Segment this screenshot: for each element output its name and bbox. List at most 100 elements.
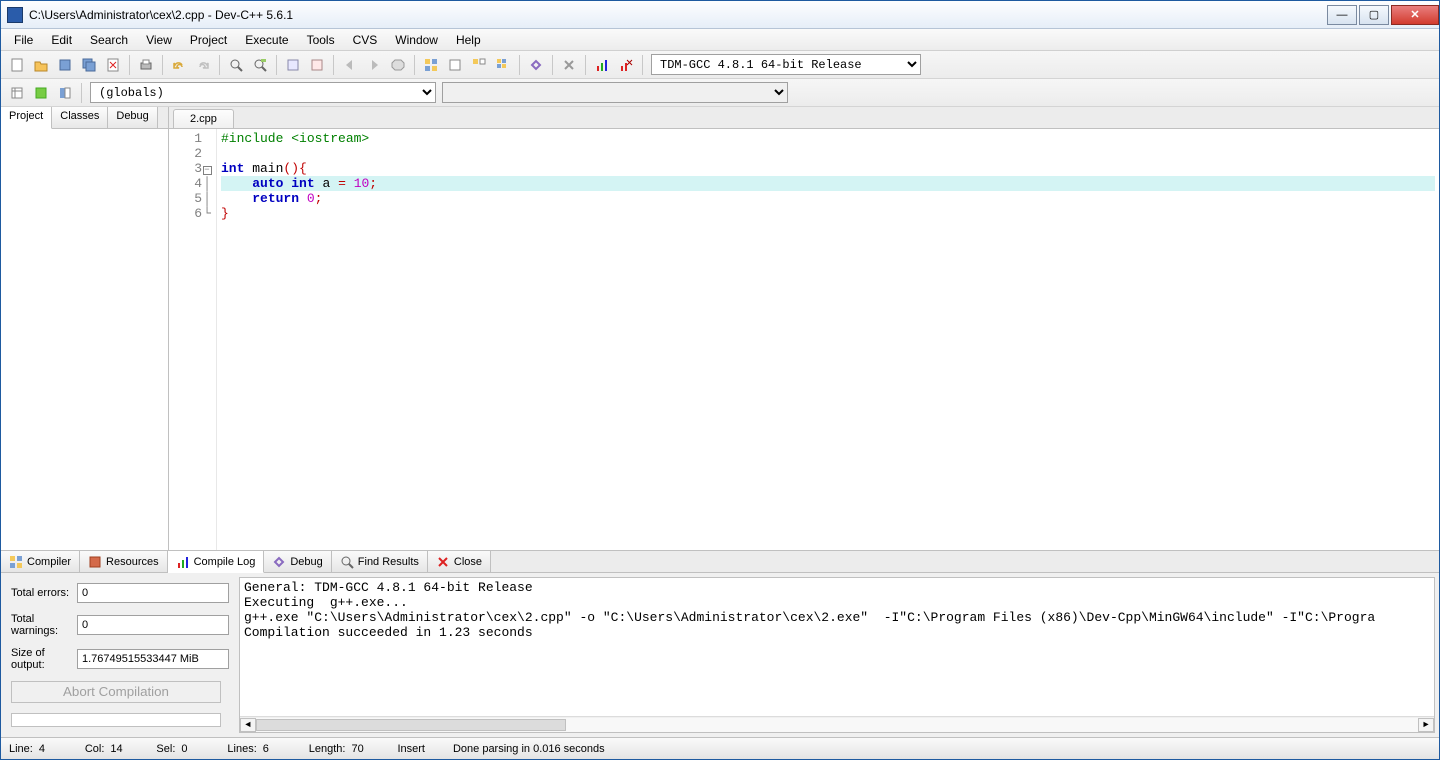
- nav-forward-button[interactable]: [363, 54, 385, 76]
- tab-icon: [176, 555, 190, 569]
- menu-view[interactable]: View: [137, 31, 181, 49]
- scroll-left-button[interactable]: ◄: [240, 718, 256, 732]
- menu-tools[interactable]: Tools: [298, 31, 344, 49]
- sb-col-value: 14: [110, 743, 128, 755]
- main-area: ProjectClassesDebug 2.cpp 123−4│5│6└ #in…: [1, 107, 1439, 550]
- size-field[interactable]: [77, 649, 229, 669]
- menu-cvs[interactable]: CVS: [344, 31, 387, 49]
- line-gutter: 123−4│5│6└: [169, 129, 217, 550]
- redo-button[interactable]: [192, 54, 214, 76]
- undo-button[interactable]: [168, 54, 190, 76]
- left-panel: ProjectClassesDebug: [1, 107, 169, 550]
- toggle-bookmark-button[interactable]: [282, 54, 304, 76]
- code-editor[interactable]: 123−4│5│6└ #include <iostream>int main()…: [169, 129, 1439, 550]
- globals-select[interactable]: (globals): [90, 82, 436, 103]
- window-title: C:\Users\Administrator\cex\2.cpp - Dev-C…: [29, 8, 1325, 22]
- scroll-thumb[interactable]: [256, 719, 566, 731]
- tab-icon: [436, 555, 450, 569]
- bottom-tab-debug[interactable]: Debug: [264, 551, 331, 572]
- sb-len-label: Length:: [309, 743, 346, 755]
- delete-profile-button[interactable]: [615, 54, 637, 76]
- menu-search[interactable]: Search: [81, 31, 137, 49]
- statusbar: Line:4 Col:14 Sel:0 Lines:6 Length:70 In…: [1, 737, 1439, 759]
- find-button[interactable]: [225, 54, 247, 76]
- sb-lines-label: Lines:: [227, 743, 256, 755]
- size-label: Size of output:: [11, 647, 71, 671]
- menu-help[interactable]: Help: [447, 31, 490, 49]
- minimize-button[interactable]: —: [1327, 5, 1357, 25]
- print-button[interactable]: [135, 54, 157, 76]
- nav-back-button[interactable]: [339, 54, 361, 76]
- bottom-tabs: CompilerResourcesCompile LogDebugFind Re…: [1, 551, 1439, 573]
- stop-button[interactable]: [387, 54, 409, 76]
- code-content[interactable]: #include <iostream>int main(){ auto int …: [217, 129, 1439, 550]
- new-class-button[interactable]: [6, 82, 28, 104]
- left-tab-debug[interactable]: Debug: [108, 107, 157, 128]
- file-tab[interactable]: 2.cpp: [173, 109, 234, 128]
- menu-file[interactable]: File: [5, 31, 42, 49]
- rebuild-button[interactable]: [492, 54, 514, 76]
- bottom-tab-compiler[interactable]: Compiler: [1, 551, 80, 572]
- replace-button[interactable]: [249, 54, 271, 76]
- open-button[interactable]: [30, 54, 52, 76]
- sb-lines-value: 6: [263, 743, 281, 755]
- bottom-tab-resources[interactable]: Resources: [80, 551, 168, 572]
- sb-line-value: 4: [39, 743, 57, 755]
- insert-button[interactable]: [30, 82, 52, 104]
- menu-window[interactable]: Window: [386, 31, 447, 49]
- symbols-select[interactable]: [442, 82, 788, 103]
- file-tabs: 2.cpp: [169, 107, 1439, 129]
- bottom-tab-compile-log[interactable]: Compile Log: [168, 551, 265, 573]
- goto-bookmark-button[interactable]: [306, 54, 328, 76]
- left-tab-classes[interactable]: Classes: [52, 107, 108, 128]
- bottom-tab-close[interactable]: Close: [428, 551, 491, 572]
- sb-mode: Insert: [397, 743, 425, 755]
- close-button[interactable]: ✕: [1391, 5, 1439, 25]
- save-all-button[interactable]: [78, 54, 100, 76]
- scroll-right-button[interactable]: ►: [1418, 718, 1434, 732]
- toggle-button[interactable]: [54, 82, 76, 104]
- errors-label: Total errors:: [11, 587, 71, 599]
- save-button[interactable]: [54, 54, 76, 76]
- window: C:\Users\Administrator\cex\2.cpp - Dev-C…: [0, 0, 1440, 760]
- compile-progress: [11, 713, 221, 727]
- delete-button[interactable]: [558, 54, 580, 76]
- new-file-button[interactable]: [6, 54, 28, 76]
- tab-icon: [9, 555, 23, 569]
- toolbar-main: TDM-GCC 4.8.1 64-bit Release: [1, 51, 1439, 79]
- bottom-panel: CompilerResourcesCompile LogDebugFind Re…: [1, 550, 1439, 737]
- project-tree[interactable]: [1, 129, 168, 550]
- left-tab-project[interactable]: Project: [1, 107, 52, 129]
- errors-field[interactable]: [77, 583, 229, 603]
- bottom-tab-find-results[interactable]: Find Results: [332, 551, 428, 572]
- tab-icon: [340, 555, 354, 569]
- tab-icon: [88, 555, 102, 569]
- compiler-profile-select[interactable]: TDM-GCC 4.8.1 64-bit Release: [651, 54, 921, 75]
- run-button[interactable]: [444, 54, 466, 76]
- warnings-field[interactable]: [77, 615, 229, 635]
- compile-stats: Total errors: Total warnings: Size of ou…: [1, 573, 239, 737]
- compile-run-button[interactable]: [468, 54, 490, 76]
- abort-button[interactable]: Abort Compilation: [11, 681, 221, 703]
- titlebar[interactable]: C:\Users\Administrator\cex\2.cpp - Dev-C…: [1, 1, 1439, 29]
- toolbar-secondary: (globals): [1, 79, 1439, 107]
- sb-col-label: Col:: [85, 743, 105, 755]
- menu-execute[interactable]: Execute: [236, 31, 297, 49]
- editor-area: 2.cpp 123−4│5│6└ #include <iostream>int …: [169, 107, 1439, 550]
- maximize-button[interactable]: ▢: [1359, 5, 1389, 25]
- compile-button[interactable]: [420, 54, 442, 76]
- menu-edit[interactable]: Edit: [42, 31, 81, 49]
- tab-icon: [272, 555, 286, 569]
- sb-line-label: Line:: [9, 743, 33, 755]
- profile-button[interactable]: [591, 54, 613, 76]
- sb-sel-label: Sel:: [156, 743, 175, 755]
- sb-len-value: 70: [351, 743, 369, 755]
- compile-log[interactable]: General: TDM-GCC 4.8.1 64-bit ReleaseExe…: [239, 577, 1435, 733]
- close-file-button[interactable]: [102, 54, 124, 76]
- log-hscrollbar[interactable]: ◄ ►: [240, 716, 1434, 732]
- left-tabs: ProjectClassesDebug: [1, 107, 168, 129]
- debug-button[interactable]: [525, 54, 547, 76]
- warnings-label: Total warnings:: [11, 613, 71, 637]
- app-icon: [7, 7, 23, 23]
- menu-project[interactable]: Project: [181, 31, 236, 49]
